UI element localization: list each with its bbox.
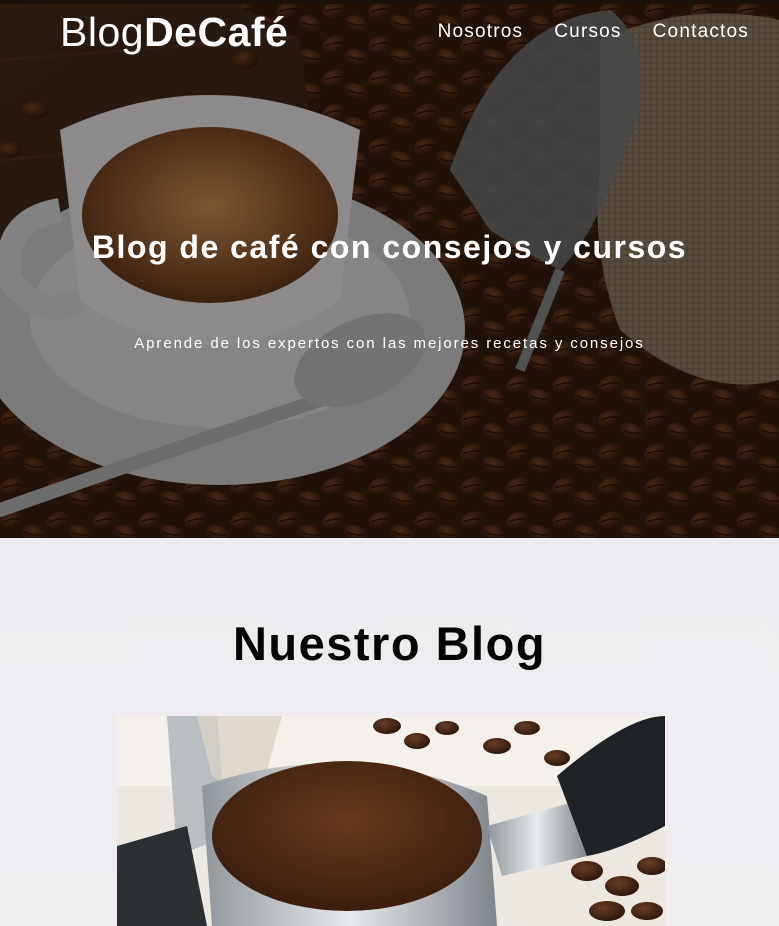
- blog-section-title: Nuestro Blog: [232, 617, 547, 670]
- top-strip: [0, 0, 779, 4]
- logo-light-text: Blog: [60, 9, 145, 55]
- main-navigation: Nosotros Cursos Contactos: [438, 21, 749, 43]
- blog-post-image[interactable]: [117, 716, 665, 926]
- hero-section: BlogDeCafé Nosotros Cursos Contactos Blo…: [0, 0, 779, 538]
- hero-subtitle: Aprende de los expertos con las mejores …: [134, 335, 645, 352]
- hero-dark-overlay: [0, 0, 779, 538]
- nav-link-cursos[interactable]: Cursos: [554, 21, 621, 43]
- blog-section: Nuestro Blog: [0, 538, 779, 926]
- nav-link-nosotros[interactable]: Nosotros: [438, 21, 524, 43]
- nav-link-contactos[interactable]: Contactos: [653, 21, 749, 43]
- site-logo[interactable]: BlogDeCafé: [60, 10, 288, 54]
- hero-title: Blog de café con consejos y cursos: [91, 229, 688, 265]
- logo-bold-text: DeCafé: [144, 9, 289, 55]
